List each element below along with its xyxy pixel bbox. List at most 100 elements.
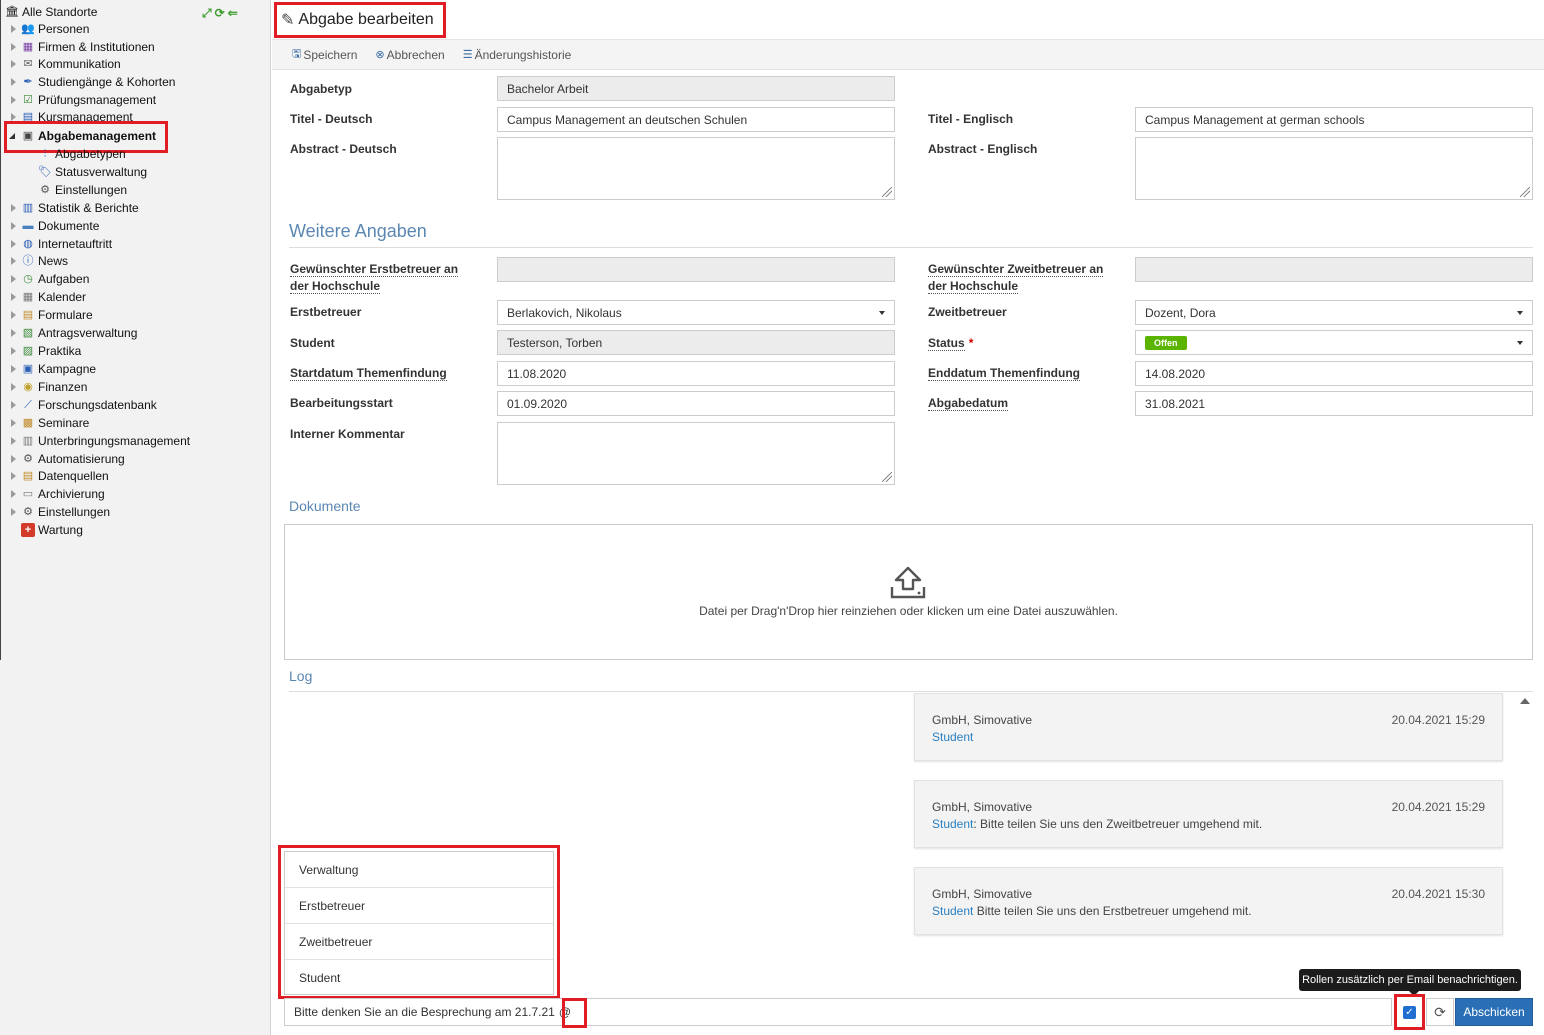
- expand-arrow-icon[interactable]: [8, 59, 18, 69]
- expand-arrow-icon[interactable]: [8, 328, 18, 338]
- scroll-up-arrow-icon[interactable]: [1520, 698, 1530, 704]
- abgabedatum-input[interactable]: 31.08.2021: [1135, 391, 1533, 416]
- sidebar-item-news[interactable]: ⓘ News: [8, 252, 68, 270]
- sidebar-item-statistik[interactable]: ▥ Statistik & Berichte: [8, 199, 139, 217]
- expand-arrow-icon[interactable]: [8, 274, 18, 284]
- sidebar-item-kalender[interactable]: ▦ Kalender: [8, 288, 86, 306]
- wunsch-zweit-label: Gewünschter Zweitbetreuer an der Hochsch…: [928, 261, 1104, 295]
- refresh-tree-icon[interactable]: ⟳: [215, 6, 225, 21]
- bearbeitungsstart-input[interactable]: 01.09.2020: [497, 391, 895, 416]
- kommentar-textarea[interactable]: [497, 422, 895, 485]
- status-select[interactable]: Offen: [1135, 330, 1533, 355]
- expand-arrow-icon[interactable]: [8, 42, 18, 52]
- sidebar-item-firmen[interactable]: ▦ Firmen & Institutionen: [8, 38, 155, 56]
- file-dropzone[interactable]: Datei per Drag'n'Drop hier reinziehen od…: [284, 524, 1533, 660]
- log-entry-role-link[interactable]: Student: [932, 817, 973, 831]
- titel-en-input[interactable]: Campus Management at german schools: [1135, 107, 1533, 132]
- expand-all-icon[interactable]: ⤢: [202, 6, 212, 21]
- save-button-label: Speichern: [303, 47, 358, 62]
- erstbetreuer-select[interactable]: Berlakovich, Nikolaus: [497, 300, 895, 325]
- expand-arrow-icon[interactable]: [8, 310, 18, 320]
- zweitbetreuer-select[interactable]: Dozent, Dora: [1135, 300, 1533, 325]
- sidebar-item-forschungsdatenbank[interactable]: ⟋ Forschungsdatenbank: [8, 396, 157, 414]
- expand-arrow-icon[interactable]: [8, 418, 18, 428]
- sidebar-subitem-einstellungen[interactable]: ⚙ Einstellungen: [38, 181, 127, 199]
- expand-arrow-icon[interactable]: [8, 436, 18, 446]
- sidebar-item-personen[interactable]: 👥 Personen: [8, 20, 89, 38]
- enddatum-label-text: Enddatum Themenfindung: [928, 366, 1080, 381]
- expand-arrow-icon[interactable]: [8, 507, 18, 517]
- expand-arrow-icon[interactable]: [8, 256, 18, 266]
- expand-arrow-icon[interactable]: [8, 112, 18, 122]
- mention-option-erstbetreuer[interactable]: Erstbetreuer: [285, 888, 553, 924]
- expand-arrow-icon[interactable]: [8, 95, 18, 105]
- sidebar-item-pruefungsmanagement[interactable]: ☑ Prüfungsmanagement: [8, 91, 156, 109]
- refresh-log-button[interactable]: ⟳: [1426, 998, 1454, 1026]
- log-entry-role-link[interactable]: Student: [932, 904, 973, 918]
- sidebar-root[interactable]: 🏛 Alle Standorte: [5, 3, 97, 21]
- log-entry-author: GmbH, Simovative: [932, 887, 1033, 901]
- expand-arrow-icon[interactable]: [8, 24, 18, 34]
- sidebar-item-kursmanagement[interactable]: ▤ Kursmanagement: [8, 108, 133, 126]
- log-message-input[interactable]: Bitte denken Sie an die Besprechung am 2…: [284, 998, 1392, 1026]
- abstract-de-textarea[interactable]: [497, 137, 895, 200]
- titel-en-label: Titel - Englisch: [928, 112, 1014, 126]
- expand-arrow-icon[interactable]: [8, 489, 18, 499]
- sidebar-item-dokumente[interactable]: ▬ Dokumente: [8, 217, 99, 235]
- sidebar-item-kommunikation[interactable]: ✉ Kommunikation: [8, 55, 121, 73]
- log-entry-role-link[interactable]: Student: [932, 730, 973, 744]
- save-button[interactable]: 🖫 Speichern: [292, 45, 357, 64]
- mention-option-student[interactable]: Student: [285, 960, 553, 996]
- expand-arrow-icon[interactable]: [8, 382, 18, 392]
- email-notify-checkbox[interactable]: ✓: [1396, 998, 1423, 1026]
- history-button[interactable]: ☰ Änderungshistorie: [463, 48, 572, 62]
- expand-arrow-icon[interactable]: [8, 454, 18, 464]
- send-button[interactable]: Abschicken: [1455, 998, 1533, 1026]
- expand-arrow-icon[interactable]: [8, 400, 18, 410]
- required-marker: *: [968, 336, 974, 350]
- sidebar-item-wartung[interactable]: + Wartung: [21, 521, 83, 539]
- expand-arrow-icon[interactable]: [8, 292, 18, 302]
- sidebar-item-antragsverwaltung[interactable]: ▧ Antragsverwaltung: [8, 324, 137, 342]
- sidebar-item-archivierung[interactable]: ▭ Archivierung: [8, 485, 105, 503]
- sidebar-item-seminare[interactable]: ▩ Seminare: [8, 414, 89, 432]
- sidebar-item-aufgaben[interactable]: ◷ Aufgaben: [8, 270, 89, 288]
- abstract-en-textarea[interactable]: [1135, 137, 1533, 200]
- sidebar-item-label: Statistik & Berichte: [38, 201, 139, 215]
- checklist-icon: ☑: [23, 93, 33, 106]
- sidebar-subitem-abgabetypen[interactable]: ⫶ Abgabetypen: [38, 145, 126, 163]
- sidebar-item-einstellungen[interactable]: ⚙ Einstellungen: [8, 503, 110, 521]
- sidebar-item-automatisierung[interactable]: ⚙ Automatisierung: [8, 450, 125, 468]
- sidebar-item-kampagne[interactable]: ▣ Kampagne: [8, 360, 96, 378]
- sidebar-item-abgabemanagement[interactable]: ▣ Abgabemanagement: [8, 127, 157, 145]
- sidebar-subitem-statusverwaltung[interactable]: 🏷 Statusverwaltung: [38, 163, 147, 181]
- expand-arrow-icon[interactable]: [8, 364, 18, 374]
- enddatum-input[interactable]: 14.08.2020: [1135, 361, 1533, 386]
- bearbeitungsstart-value: 01.09.2020: [507, 396, 568, 411]
- sidebar-item-formulare[interactable]: ▤ Formulare: [8, 306, 93, 324]
- sidebar-item-studiengaenge[interactable]: ✒ Studiengänge & Kohorten: [8, 73, 175, 91]
- collapse-sidebar-icon[interactable]: ⇐: [228, 6, 238, 21]
- sidebar-item-internetauftritt[interactable]: ◍ Internetauftritt: [8, 235, 112, 253]
- sidebar-item-label: Unterbringungsmanagement: [38, 434, 191, 448]
- expand-arrow-icon[interactable]: [8, 239, 18, 249]
- sidebar-item-finanzen[interactable]: ◉ Finanzen: [8, 378, 87, 396]
- mention-option-verwaltung[interactable]: Verwaltung: [285, 852, 553, 888]
- expand-arrow-icon[interactable]: [8, 221, 18, 231]
- enddatum-value: 14.08.2020: [1145, 366, 1206, 381]
- log-scrollbar[interactable]: [1515, 692, 1533, 992]
- cancel-button[interactable]: ⊗ Abbrechen: [375, 48, 444, 62]
- sidebar-item-praktika[interactable]: ▨ Praktika: [8, 342, 81, 360]
- collapse-arrow-icon[interactable]: [8, 131, 18, 141]
- sidebar-item-label: Prüfungsmanagement: [38, 93, 157, 107]
- expand-arrow-icon[interactable]: [8, 77, 18, 87]
- expand-arrow-icon[interactable]: [8, 346, 18, 356]
- expand-arrow-icon[interactable]: [8, 471, 18, 481]
- startdatum-input[interactable]: 11.08.2020: [497, 361, 895, 386]
- expand-arrow-icon[interactable]: [8, 203, 18, 213]
- sidebar-item-unterbringung[interactable]: ▥ Unterbringungsmanagement: [8, 432, 190, 450]
- sidebar-item-datenquellen[interactable]: ▤ Datenquellen: [8, 467, 109, 485]
- titel-de-input[interactable]: Campus Management an deutschen Schulen: [497, 107, 895, 132]
- log-entry-author: GmbH, Simovative: [932, 713, 1033, 727]
- mention-option-zweitbetreuer[interactable]: Zweitbetreuer: [285, 924, 553, 960]
